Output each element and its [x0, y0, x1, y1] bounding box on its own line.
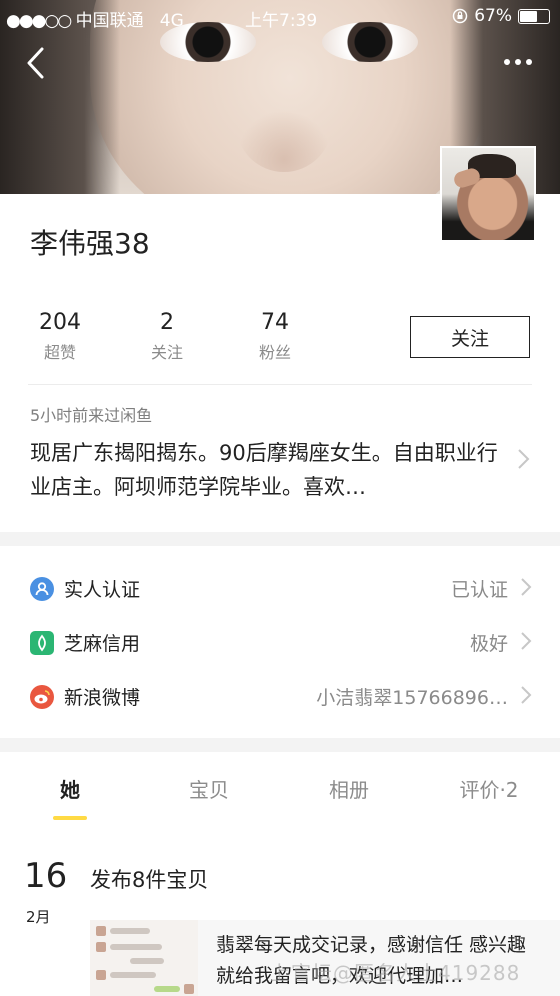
carrier-name: 中国联通 — [75, 11, 144, 31]
network-type: 4G — [159, 11, 184, 31]
thumb-avatar — [96, 942, 106, 952]
row-sesame-credit[interactable]: 芝麻信用 极好 — [0, 615, 560, 669]
stat-value: 74 — [261, 310, 289, 335]
stat-label: 关注 — [150, 343, 183, 362]
chevron-left-icon — [27, 47, 44, 79]
row-title: 新浪微博 — [64, 687, 141, 709]
row-real-name-verify[interactable]: 实人认证 已认证 — [0, 561, 560, 615]
signal-strength: ●●●○○ — [6, 11, 72, 31]
avatar[interactable] — [440, 146, 536, 242]
sesame-credit-icon — [30, 631, 54, 655]
row-value: 已认证 — [450, 579, 508, 601]
chevron-right-icon — [521, 686, 532, 704]
stat-label: 超赞 — [43, 343, 76, 362]
profile-tabs: 她 宝贝 相册 评价·2 — [0, 768, 560, 828]
thumb-avatar — [96, 926, 106, 936]
back-button[interactable] — [24, 46, 46, 80]
carrier-info: ●●●○○ 中国联通 4G — [6, 6, 184, 31]
section-separator — [0, 738, 560, 752]
battery-icon — [518, 8, 550, 24]
feed-title: 发布8件宝贝 — [90, 868, 209, 892]
feed-date-day: 16 — [24, 856, 68, 896]
stat-value: 204 — [39, 310, 81, 335]
thumb-bubble — [110, 944, 162, 950]
chevron-right-icon — [521, 632, 532, 650]
avatar-arm — [452, 166, 482, 190]
tab-items[interactable]: 宝贝 — [159, 774, 259, 803]
more-dot-icon — [515, 59, 521, 65]
rotation-lock-icon — [452, 8, 468, 24]
active-tab-indicator — [53, 816, 87, 820]
stat-label: 粉丝 — [258, 343, 291, 362]
more-dot-icon — [526, 59, 532, 65]
bio-text[interactable]: 现居广东揭阳揭东。90后摩羯座女生。自由职业行业店主。阿坝师范学院毕业。喜欢… — [30, 436, 500, 504]
thumb-bubble — [110, 928, 150, 934]
tab-album[interactable]: 相册 — [299, 774, 399, 803]
feed-date-month: 2月 — [26, 908, 51, 926]
thumb-bubble — [110, 972, 156, 978]
section-separator — [0, 532, 560, 546]
chevron-right-icon — [518, 449, 530, 469]
row-weibo[interactable]: 新浪微博 小洁翡翠15766896… — [0, 669, 560, 723]
stat-following[interactable]: 2 关注 — [117, 310, 217, 363]
battery-status: 67% — [452, 6, 550, 26]
stat-value: 2 — [160, 310, 174, 335]
stat-likes[interactable]: 204 超赞 — [10, 310, 110, 363]
follow-button[interactable]: 关注 — [410, 316, 530, 358]
stat-followers[interactable]: 74 粉丝 — [225, 310, 325, 363]
thumb-bubble — [154, 986, 180, 992]
row-value: 极好 — [469, 633, 508, 655]
status-time: 上午7:39 — [245, 11, 318, 31]
tab-reviews[interactable]: 评价·2 — [439, 774, 539, 803]
username: 李伟强38 — [30, 227, 150, 260]
thumb-bubble — [130, 958, 164, 964]
thumb-avatar — [96, 970, 106, 980]
more-dot-icon — [504, 59, 510, 65]
battery-fill — [520, 10, 537, 22]
row-title: 实人认证 — [64, 579, 141, 601]
more-button[interactable] — [504, 52, 538, 72]
last-visit-text: 5小时前来过闲鱼 — [30, 406, 153, 425]
row-value: 小洁翡翠15766896… — [316, 687, 508, 709]
status-bar: ●●●○○ 中国联通 4G 上午7:39 67% — [0, 0, 560, 34]
battery-percent: 67% — [474, 6, 512, 26]
person-verify-icon — [30, 577, 54, 601]
thumb-avatar — [184, 984, 194, 994]
weibo-icon — [30, 685, 54, 709]
feed-thumbnail[interactable] — [90, 920, 198, 996]
chevron-right-icon — [521, 578, 532, 596]
watermark-text: 上官坛@匿名人士419288 — [270, 961, 521, 985]
row-title: 芝麻信用 — [64, 633, 141, 655]
tab-her[interactable]: 她 — [20, 774, 120, 803]
divider — [28, 384, 532, 385]
